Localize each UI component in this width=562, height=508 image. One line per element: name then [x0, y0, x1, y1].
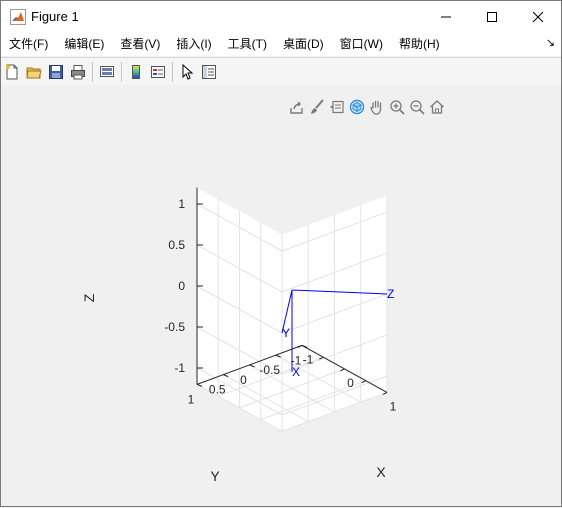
series-label-z: Z — [387, 287, 394, 301]
y-tick-label: -0.5 — [259, 363, 280, 377]
zoom-out-button[interactable] — [407, 97, 427, 117]
y-tick-label: 0 — [240, 373, 247, 387]
x-tick-label: 1 — [390, 399, 397, 413]
z-tick-label: 1 — [178, 197, 185, 211]
pan-icon — [370, 100, 382, 115]
z-tick-label: -1 — [174, 361, 185, 375]
zoom-out-icon — [410, 100, 425, 115]
export-icon — [290, 101, 303, 114]
zoom-in-icon — [390, 100, 405, 115]
zoom-in-button[interactable] — [387, 97, 407, 117]
figure-window: Figure 1 文件(F) 编辑(E) 查看(V) 插入(I) 工具(T) 桌… — [0, 0, 562, 507]
axes-3d[interactable]: 10.50-0.5-1-10110.50-0.5-1 XYZ X Y Z — [1, 1, 562, 508]
rotate-3d-button[interactable] — [347, 97, 367, 117]
x-axis-label: X — [376, 464, 386, 480]
pan-button[interactable] — [367, 97, 387, 117]
axes-toolbar — [287, 97, 447, 117]
data-tip-button[interactable] — [327, 97, 347, 117]
z-tick-label: 0.5 — [168, 238, 185, 252]
z-axis-label: Z — [81, 293, 97, 302]
z-tick-label: 0 — [178, 279, 185, 293]
export-button[interactable] — [287, 97, 307, 117]
series-label-y: Y — [282, 326, 290, 340]
restore-view-button[interactable] — [427, 97, 447, 117]
x-tick-label: -1 — [303, 352, 314, 366]
y-tick-label: 0.5 — [209, 383, 226, 397]
home-icon — [430, 100, 444, 114]
brush-icon — [311, 99, 324, 114]
rotate-3d-icon — [349, 99, 365, 115]
series-label-x: X — [292, 365, 300, 379]
y-tick-label: 1 — [188, 392, 195, 406]
brush-button[interactable] — [307, 97, 327, 117]
y-axis-label: Y — [210, 468, 220, 484]
data-tip-icon — [330, 100, 344, 114]
z-tick-label: -0.5 — [164, 320, 185, 334]
x-tick-label: 0 — [347, 376, 354, 390]
